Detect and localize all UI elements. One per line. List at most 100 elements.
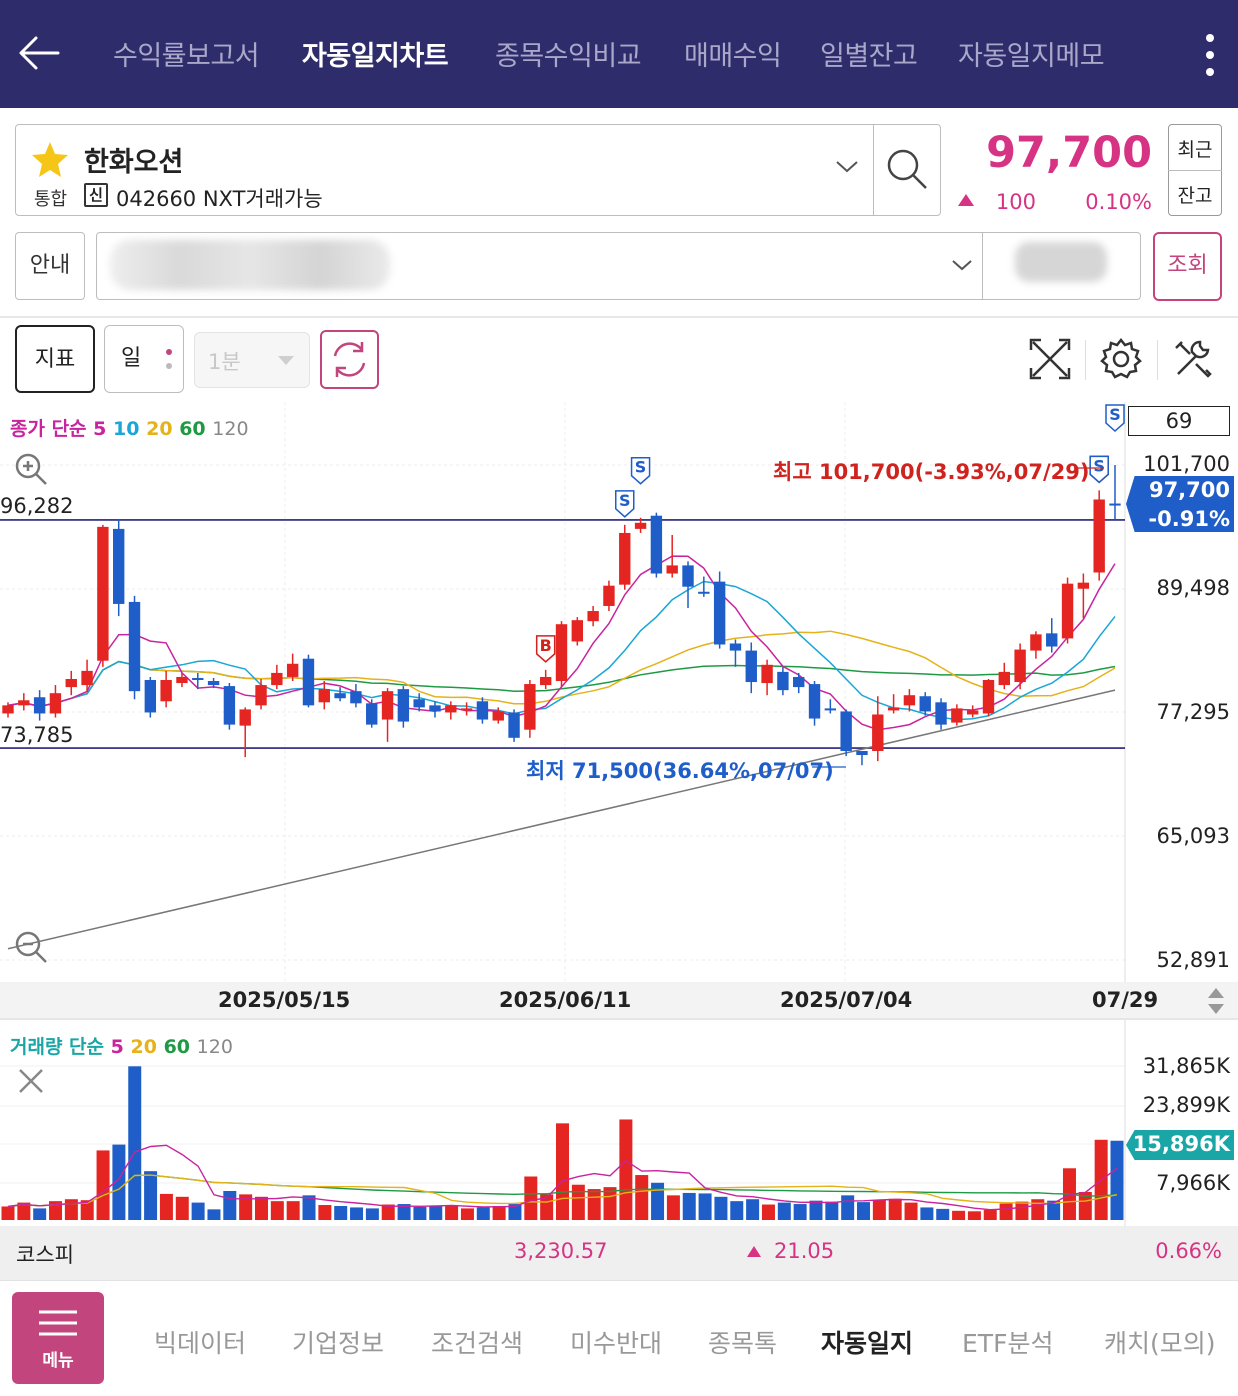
masked-password-field[interactable]	[1015, 242, 1107, 282]
candle-body	[903, 695, 916, 706]
updown-arrow-icon[interactable]	[1204, 986, 1228, 1016]
volume-bar	[651, 1182, 665, 1220]
close-icon[interactable]	[16, 1066, 46, 1096]
volume-bar	[714, 1196, 728, 1220]
bottom-nav-bigdata[interactable]: 빅데이터	[154, 1324, 246, 1360]
bottom-nav-company-info[interactable]: 기업정보	[292, 1324, 384, 1360]
tab-trade-profit[interactable]: 매매수익	[684, 34, 782, 73]
more-vertical-icon[interactable]	[1200, 32, 1220, 78]
bottom-nav-condition-search[interactable]: 조건검색	[431, 1324, 523, 1360]
dropdown-triangle-icon	[278, 356, 294, 365]
price-chart[interactable]: BBSSSS	[0, 402, 1238, 982]
guide-button[interactable]: 안내	[15, 232, 85, 300]
current-price: 97,700	[986, 128, 1152, 178]
divider	[982, 233, 983, 299]
search-icon[interactable]	[884, 146, 930, 192]
ma120-line	[7, 689, 1116, 950]
bottom-nav-stock-talk[interactable]: 종목톡	[708, 1324, 777, 1360]
index-change: 21.05	[774, 1239, 835, 1263]
tab-stock-profit-compare[interactable]: 종목수익비교	[495, 34, 642, 73]
chevron-down-icon[interactable]	[834, 156, 860, 176]
volume-y-tick: 23,899K	[1142, 1093, 1230, 1117]
candle-body	[334, 693, 346, 699]
legend-ma10: 10	[113, 418, 140, 440]
market-index-bar[interactable]	[0, 1226, 1238, 1280]
candle-body	[713, 581, 726, 645]
settings-gear-icon[interactable]	[1098, 336, 1144, 382]
zoom-in-icon[interactable]	[12, 450, 50, 488]
candle-body	[286, 663, 299, 677]
volume-bar	[191, 1202, 205, 1220]
high-annotation: 최고 101,700(-3.93%,07/29)	[773, 460, 1090, 484]
candle-body	[239, 709, 251, 726]
divider	[1168, 170, 1222, 171]
legend-prefix: 종가 단순	[10, 418, 87, 440]
candle-body	[824, 708, 837, 711]
volume-bar	[587, 1189, 601, 1220]
volume-bar	[429, 1205, 443, 1220]
volume-bar	[761, 1204, 775, 1220]
bottom-nav-catch-mock[interactable]: 캐치(모의)	[1104, 1324, 1216, 1360]
query-button[interactable]: 조회	[1153, 232, 1222, 301]
candle-body	[508, 712, 520, 738]
volume-bar	[571, 1184, 585, 1220]
tab-auto-journal-chart[interactable]: 자동일지차트	[302, 34, 449, 73]
credit-badge: 신	[84, 183, 108, 207]
tab-auto-journal-memo[interactable]: 자동일지메모	[958, 34, 1105, 73]
volume-bar	[492, 1205, 506, 1220]
candle-body	[793, 676, 805, 688]
bottom-nav-auto-journal[interactable]: 자동일지	[821, 1324, 913, 1360]
candle-body	[666, 565, 678, 574]
candle-body	[255, 685, 267, 706]
x-tick: 07/29	[1092, 988, 1159, 1012]
recent-button[interactable]: 최근	[1168, 135, 1222, 162]
balance-button[interactable]: 잔고	[1168, 181, 1222, 208]
legend-vma20: 20	[130, 1036, 157, 1058]
up-triangle-icon	[747, 1246, 761, 1257]
stock-code: 042660 NXT거래가능	[116, 187, 323, 211]
volume-bar	[952, 1210, 966, 1220]
volume-bar	[777, 1202, 791, 1220]
candle-body	[445, 705, 457, 713]
legend-vma120: 120	[196, 1036, 233, 1058]
candle-body	[1014, 649, 1026, 683]
tab-profit-report[interactable]: 수익률보고서	[113, 34, 260, 73]
volume-bar	[207, 1209, 221, 1220]
low-annotation: 최저 71,500(36.64%,07/07)	[526, 759, 834, 783]
fullscreen-icon[interactable]	[1027, 336, 1073, 382]
refresh-icon	[333, 342, 366, 377]
interval-label: 1분	[208, 350, 241, 374]
volume-bar	[1031, 1199, 1045, 1220]
candle-body	[207, 681, 220, 686]
candle-body	[350, 691, 362, 704]
candle-body	[318, 689, 330, 703]
volume-bar	[1015, 1201, 1029, 1220]
legend-vma5: 5	[110, 1036, 124, 1058]
bottom-nav-etf-analysis[interactable]: ETF분석	[962, 1324, 1053, 1360]
volume-bar	[635, 1175, 649, 1220]
candle-body	[650, 515, 663, 574]
up-triangle-icon	[958, 194, 974, 206]
refresh-button[interactable]	[320, 330, 379, 389]
indicator-button[interactable]: 지표	[15, 325, 95, 393]
candle-body	[555, 624, 568, 682]
candle-body	[935, 702, 947, 725]
volume-bar	[270, 1201, 284, 1220]
volume-bar	[682, 1192, 696, 1220]
price-change: 100	[995, 190, 1036, 214]
candle-body	[49, 693, 62, 714]
index-change-percent: 0.66%	[1155, 1239, 1222, 1263]
hline-label-lower: 73,785	[0, 723, 74, 747]
tools-icon[interactable]	[1170, 336, 1216, 382]
tab-daily-balance[interactable]: 일별잔고	[820, 34, 918, 73]
chevron-down-icon[interactable]	[950, 256, 974, 274]
zoom-out-icon[interactable]	[12, 928, 50, 966]
candle-body	[160, 680, 172, 702]
candle-body	[18, 700, 30, 706]
bottom-nav-unpaid-opposite[interactable]: 미수반대	[570, 1324, 662, 1360]
volume-bar	[33, 1208, 47, 1220]
legend-ma20: 20	[146, 418, 173, 440]
back-arrow-icon[interactable]	[16, 30, 62, 76]
volume-bar	[286, 1201, 300, 1220]
favorite-star-icon[interactable]	[30, 140, 70, 180]
